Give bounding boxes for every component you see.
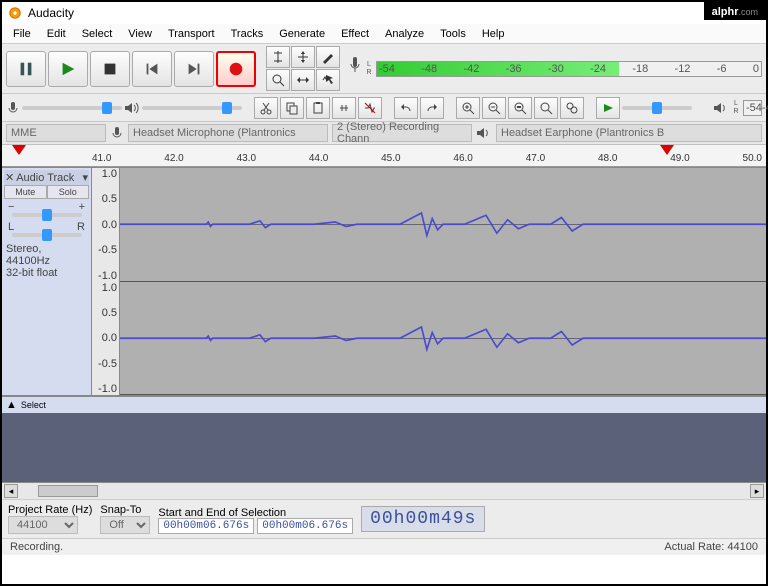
play-button[interactable]	[48, 51, 88, 87]
window-title: Audacity	[28, 6, 721, 20]
actual-rate: Actual Rate: 44100	[664, 541, 758, 553]
menu-effect[interactable]: Effect	[334, 26, 376, 42]
watermark: alphr.com	[704, 2, 766, 20]
speaker-icon	[124, 101, 140, 115]
menu-select[interactable]: Select	[75, 26, 120, 42]
mic-icon-3	[110, 126, 124, 140]
play-speed-slider[interactable]	[622, 106, 692, 110]
scroll-right[interactable]: ▸	[750, 484, 764, 498]
speaker-icon-2	[713, 101, 729, 115]
recording-device-combo[interactable]: Headset Microphone (Plantronics	[128, 124, 328, 142]
horizontal-scrollbar[interactable]: ◂ ▸	[2, 483, 766, 499]
waveform-display[interactable]	[120, 168, 766, 395]
zoom-toggle-button[interactable]	[560, 97, 584, 119]
record-button[interactable]	[216, 51, 256, 87]
silence-button[interactable]	[358, 97, 382, 119]
speaker-icon-3	[476, 126, 492, 140]
scroll-left[interactable]: ◂	[4, 484, 18, 498]
copy-button[interactable]	[280, 97, 304, 119]
project-rate-label: Project Rate (Hz)	[8, 504, 92, 516]
pan-slider[interactable]	[12, 233, 82, 237]
play-at-speed-button[interactable]	[596, 97, 620, 119]
zoom-out-button[interactable]	[482, 97, 506, 119]
multi-tool[interactable]	[316, 69, 340, 91]
close-track-button[interactable]: ✕	[5, 171, 14, 184]
gain-slider[interactable]	[12, 213, 82, 217]
undo-button[interactable]	[394, 97, 418, 119]
snap-to-label: Snap-To	[100, 504, 150, 516]
selection-start-field[interactable]: 00h00m06.676s	[158, 518, 254, 534]
selection-end-field[interactable]: 00h00m06.676s	[257, 518, 353, 534]
zoom-in-button[interactable]	[456, 97, 480, 119]
stop-button[interactable]	[90, 51, 130, 87]
collapse-button[interactable]: ▲	[6, 399, 17, 411]
audio-host-combo[interactable]: MME	[6, 124, 106, 142]
menu-help[interactable]: Help	[475, 26, 512, 42]
vertical-scale[interactable]: 1.00.50.0-0.5-1.0 1.00.50.0-0.5-1.0	[92, 168, 120, 395]
timeshift-tool[interactable]	[291, 69, 315, 91]
menu-tools[interactable]: Tools	[433, 26, 473, 42]
project-rate-combo[interactable]: 44100	[8, 516, 78, 534]
snap-to-combo[interactable]: Off	[100, 516, 150, 534]
quick-play-start-marker[interactable]	[12, 145, 26, 155]
track-format-info: Stereo, 44100Hz 32-bit float	[4, 241, 89, 281]
mic-icon-2	[6, 101, 20, 115]
redo-button[interactable]	[420, 97, 444, 119]
track-control-panel[interactable]: ✕ Audio Track ▾ Mute Solo −+ LR Stereo, …	[2, 168, 92, 395]
playback-meter[interactable]: -54-48-42-36-30-24-18-12-60	[743, 100, 762, 116]
recording-channels-combo[interactable]: 2 (Stereo) Recording Chann	[332, 124, 472, 142]
app-icon	[8, 6, 22, 20]
empty-track-area[interactable]	[2, 413, 766, 483]
menu-generate[interactable]: Generate	[272, 26, 332, 42]
recording-meter[interactable]: -54-48-42-36-30-24-18-12-60	[376, 61, 762, 77]
menu-view[interactable]: View	[121, 26, 159, 42]
menu-file[interactable]: File	[6, 26, 38, 42]
playback-device-combo[interactable]: Headset Earphone (Plantronics B	[496, 124, 762, 142]
zoom-tool[interactable]	[266, 69, 290, 91]
recording-volume-slider[interactable]	[22, 106, 122, 110]
skip-end-button[interactable]	[174, 51, 214, 87]
menu-edit[interactable]: Edit	[40, 26, 73, 42]
selection-label: Start and End of Selection	[158, 507, 353, 519]
status-text: Recording.	[10, 541, 63, 553]
mic-icon	[348, 54, 362, 84]
fit-selection-button[interactable]	[508, 97, 532, 119]
track-name[interactable]: Audio Track	[16, 172, 80, 184]
track-menu-dropdown[interactable]: ▾	[82, 171, 88, 184]
waveform-left[interactable]	[120, 168, 766, 282]
meter-lr-rec: LR	[364, 61, 374, 77]
audio-position-field[interactable]: 00h00m49s	[361, 506, 485, 532]
select-track-button[interactable]: Select	[21, 400, 71, 410]
skip-start-button[interactable]	[132, 51, 172, 87]
menu-transport[interactable]: Transport	[161, 26, 222, 42]
cut-button[interactable]	[254, 97, 278, 119]
pause-button[interactable]	[6, 51, 46, 87]
waveform-right[interactable]	[120, 282, 766, 396]
solo-button[interactable]: Solo	[47, 185, 90, 199]
menu-tracks[interactable]: Tracks	[224, 26, 271, 42]
timeline-ruler[interactable]: 41.042.043.044.045.046.047.048.049.050.0	[2, 145, 766, 167]
meter-lr-play: LR	[731, 100, 741, 116]
envelope-tool[interactable]	[291, 46, 315, 68]
trim-button[interactable]	[332, 97, 356, 119]
selection-tool[interactable]	[266, 46, 290, 68]
menu-bar: File Edit Select View Transport Tracks G…	[2, 24, 766, 44]
paste-button[interactable]	[306, 97, 330, 119]
playback-volume-slider[interactable]	[142, 106, 242, 110]
mute-button[interactable]: Mute	[4, 185, 47, 199]
fit-project-button[interactable]	[534, 97, 558, 119]
draw-tool[interactable]	[316, 46, 340, 68]
menu-analyze[interactable]: Analyze	[378, 26, 431, 42]
